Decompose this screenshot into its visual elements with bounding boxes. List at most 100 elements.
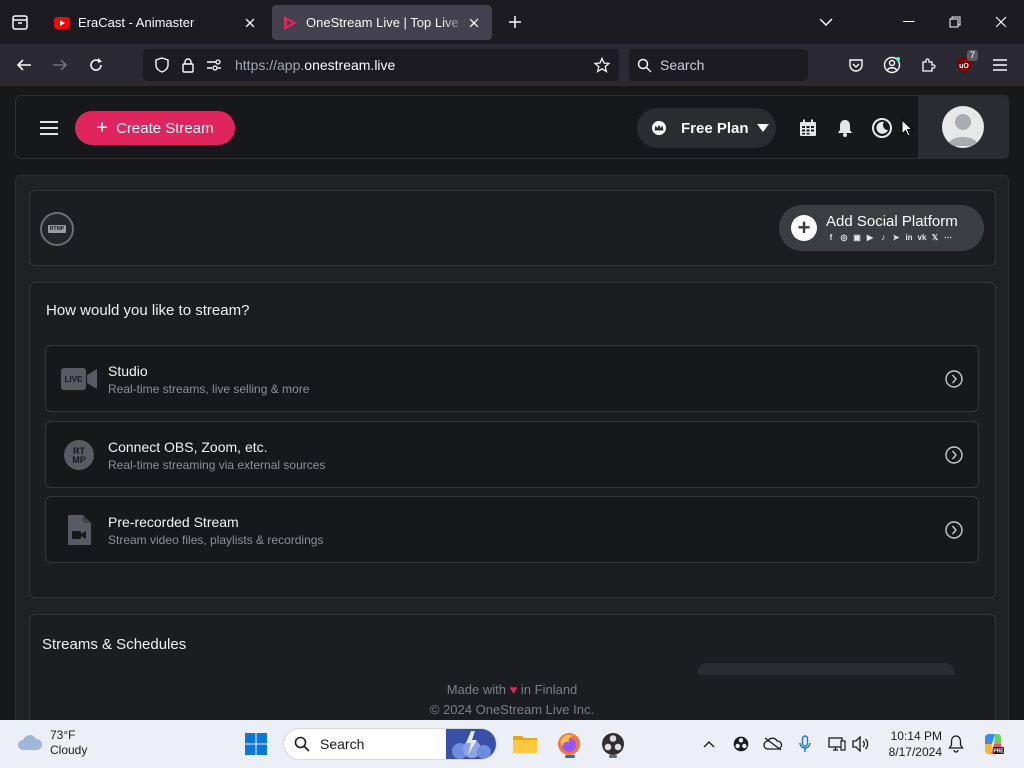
- extensions-button[interactable]: [916, 53, 940, 77]
- rtmp-destination-avatar[interactable]: RTMP: [40, 212, 74, 246]
- moon-icon: [872, 118, 892, 138]
- list-all-tabs-button[interactable]: [816, 12, 836, 32]
- vk-icon: vk: [917, 233, 927, 242]
- avatar[interactable]: [942, 106, 984, 148]
- volume-tray-button[interactable]: [850, 733, 872, 755]
- option-connect-obs[interactable]: RT MP Connect OBS, Zoom, etc. Real-time s…: [45, 421, 979, 488]
- copilot-icon: PRE: [985, 734, 1004, 755]
- onedrive-tray-button[interactable]: [762, 733, 784, 755]
- option-title: Studio: [108, 363, 148, 379]
- footer-in-finland: in Finland: [520, 682, 578, 697]
- copilot-button[interactable]: PRE: [980, 731, 1006, 757]
- svg-text:uO: uO: [959, 63, 969, 70]
- puzzle-icon: [922, 58, 936, 72]
- svg-text:LIVE: LIVE: [65, 375, 83, 384]
- theme-toggle-button[interactable]: [871, 117, 893, 139]
- tab-onestream[interactable]: OneStream Live | Top Live Strea: [272, 5, 492, 40]
- windows-search-box[interactable]: Search: [283, 728, 497, 760]
- weather-widget[interactable]: 73°F Cloudy: [16, 728, 87, 758]
- section-title: Streams & Schedules: [42, 636, 187, 653]
- instagram-icon: ◎: [840, 233, 848, 242]
- reload-button[interactable]: [84, 53, 108, 77]
- plus-icon: [509, 16, 521, 28]
- obs-icon: [602, 733, 624, 755]
- minimize-icon: [903, 21, 915, 22]
- firefox-taskbar-button[interactable]: [553, 728, 585, 760]
- back-button[interactable]: [12, 53, 36, 77]
- stream-method-question: How would you like to stream?: [46, 302, 250, 319]
- account-icon: [883, 56, 901, 74]
- sidebar-toggle-button[interactable]: [38, 118, 60, 138]
- pocket-icon: [849, 59, 863, 72]
- app-menu-button[interactable]: [988, 53, 1012, 77]
- search-bar[interactable]: [629, 49, 808, 81]
- permissions-icon[interactable]: [203, 54, 225, 76]
- running-app-indicator: [609, 755, 617, 758]
- app-header: + Create Stream Free Plan: [15, 95, 1009, 159]
- minimize-button[interactable]: [897, 10, 921, 34]
- ublock-extension-button[interactable]: uO 7: [952, 50, 978, 77]
- chevron-right-circle-icon: [945, 521, 963, 539]
- chevron-right-circle-icon: [945, 446, 963, 464]
- url-host: onestream.live: [304, 57, 396, 73]
- clock-time: 10:14 PM: [890, 729, 942, 743]
- plan-dropdown[interactable]: Free Plan: [637, 108, 776, 148]
- firefox-view-icon: [12, 15, 28, 30]
- chevron-right-circle-icon: [945, 370, 963, 388]
- close-window-button[interactable]: [989, 10, 1013, 34]
- notifications-button[interactable]: [834, 117, 856, 139]
- url-text[interactable]: https://app.onestream.live: [235, 57, 395, 73]
- add-social-platform-button[interactable]: + Add Social Platform f ◎ ▣ ▶ ♪ ➤ in vk …: [779, 205, 984, 251]
- address-bar[interactable]: https://app.onestream.live: [143, 49, 619, 81]
- linkedin-icon: in: [905, 233, 913, 242]
- show-hidden-icons-button[interactable]: [698, 733, 720, 755]
- account-button[interactable]: [880, 53, 904, 77]
- close-tab-icon[interactable]: [242, 15, 258, 31]
- option-title: Connect OBS, Zoom, etc.: [108, 439, 268, 455]
- notification-center-button[interactable]: [945, 733, 967, 755]
- page-content: + Create Stream Free Plan RTMP + Add Soc…: [0, 86, 1024, 720]
- new-tab-button[interactable]: [504, 11, 526, 33]
- option-studio[interactable]: LIVE Studio Real-time streams, live sell…: [45, 345, 979, 412]
- option-description: Real-time streaming via external sources: [108, 458, 326, 472]
- option-prerecorded[interactable]: Pre-recorded Stream Stream video files, …: [45, 496, 979, 563]
- search-icon: [294, 736, 310, 752]
- obs-tray-button[interactable]: [730, 733, 752, 755]
- tiktok-icon: ♪: [881, 233, 885, 242]
- schedule-filter-tabs[interactable]: [698, 663, 954, 675]
- bell-icon: [838, 120, 852, 137]
- obs-tray-icon: [733, 736, 749, 752]
- microphone-icon: [799, 735, 811, 752]
- calendar-icon: [800, 119, 816, 136]
- arrow-right-icon: [53, 59, 68, 71]
- cloud-icon: [18, 735, 43, 750]
- plan-label: Free Plan: [681, 119, 749, 137]
- main-panel: RTMP + Add Social Platform f ◎ ▣ ▶ ♪ ➤ i…: [15, 175, 1009, 720]
- caret-down-icon: [756, 124, 769, 132]
- system-clock[interactable]: 10:14 PM 8/17/2024: [880, 728, 942, 760]
- search-input[interactable]: [660, 57, 790, 73]
- create-stream-button[interactable]: + Create Stream: [75, 111, 235, 145]
- speaker-icon: [852, 736, 869, 752]
- network-tray-button[interactable]: [826, 733, 848, 755]
- shield-icon[interactable]: [151, 54, 173, 76]
- microphone-tray-button[interactable]: [794, 733, 816, 755]
- search-highlight-image: [446, 729, 496, 759]
- file-explorer-button[interactable]: [509, 728, 541, 760]
- heart-icon: ♥: [509, 682, 518, 697]
- start-button[interactable]: [240, 728, 272, 760]
- add-social-label: Add Social Platform: [826, 213, 958, 230]
- obs-taskbar-button[interactable]: [597, 728, 629, 760]
- bookmark-star-icon[interactable]: [591, 54, 613, 76]
- calendar-button[interactable]: [797, 117, 819, 139]
- restore-button[interactable]: [943, 10, 967, 34]
- footer-made-with: Made with: [446, 682, 506, 697]
- forward-button[interactable]: [48, 53, 72, 77]
- lock-icon[interactable]: [177, 54, 199, 76]
- pocket-button[interactable]: [844, 53, 868, 77]
- profile-menu[interactable]: [918, 95, 1009, 159]
- tab-eracast[interactable]: EraCast - Animaster: [44, 5, 268, 40]
- firefox-view-button[interactable]: [8, 10, 32, 34]
- close-tab-icon[interactable]: [466, 15, 482, 31]
- weather-condition: Cloudy: [50, 743, 88, 757]
